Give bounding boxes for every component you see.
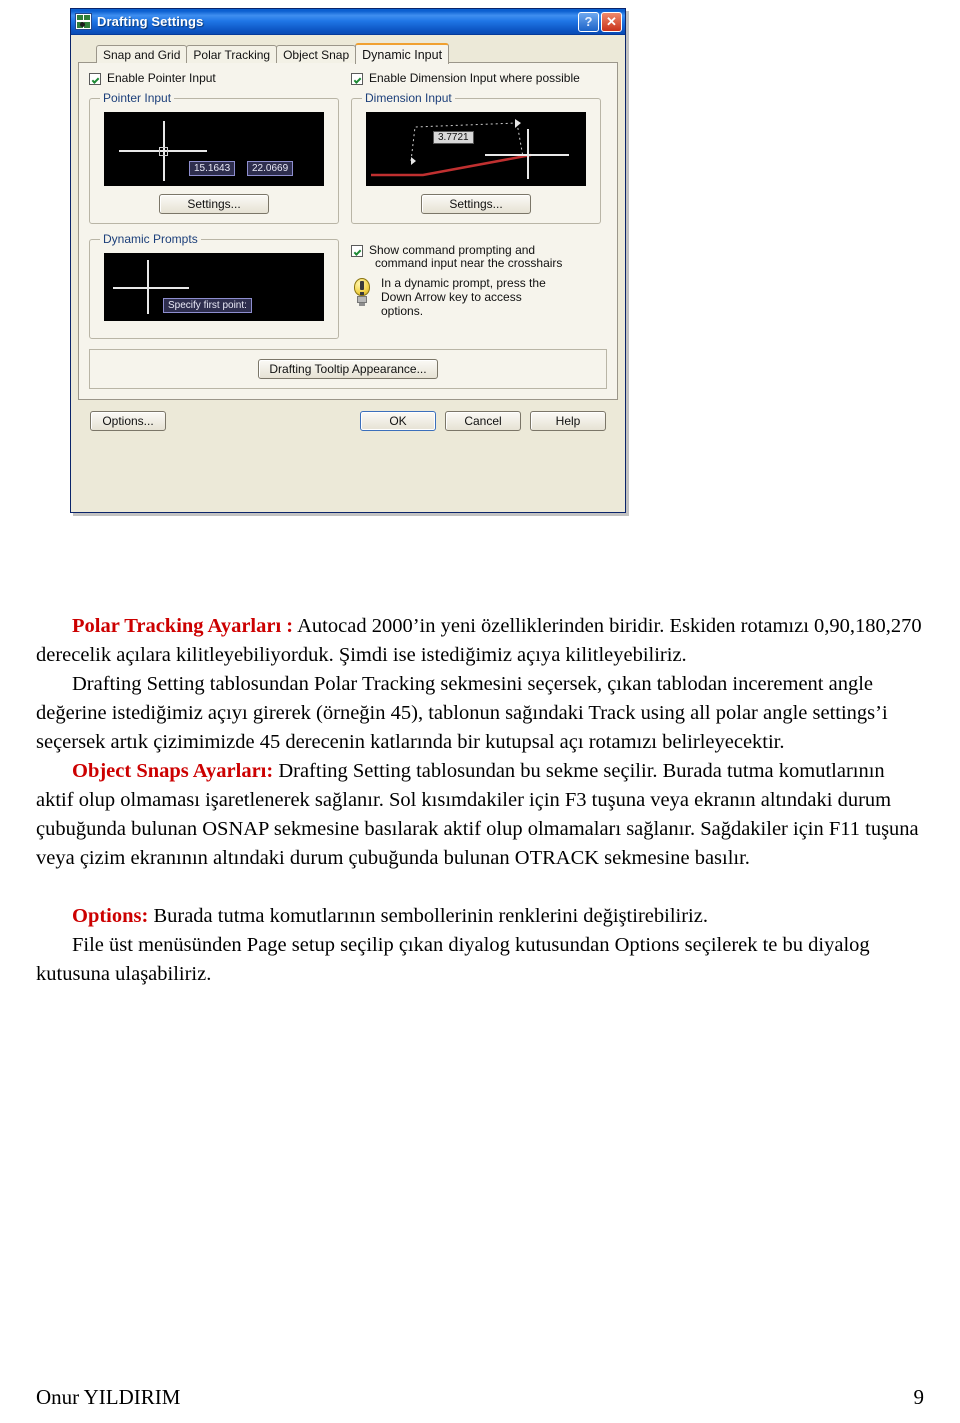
heading-object-snaps: Object Snaps Ayarları: xyxy=(72,760,274,782)
pointer-y-value: 22.0669 xyxy=(247,161,294,176)
drafting-tooltip-appearance-button[interactable]: Drafting Tooltip Appearance... xyxy=(258,359,438,379)
dynamic-prompt-text: Specify first point: xyxy=(163,298,252,313)
show-command-prompting-line1: Show command prompting and xyxy=(369,243,536,257)
footer-author: Onur YILDIRIM xyxy=(36,1385,181,1409)
drafting-settings-dialog: Drafting Settings ? ✕ Snap and Grid Pola… xyxy=(70,8,626,513)
pointer-settings-button[interactable]: Settings... xyxy=(159,194,269,214)
show-command-prompting-label: Show command prompting and command input… xyxy=(369,244,562,270)
tab-polar-tracking[interactable]: Polar Tracking xyxy=(186,45,278,63)
show-command-prompting-checkbox[interactable] xyxy=(351,245,363,257)
dimension-settings-button[interactable]: Settings... xyxy=(421,194,531,214)
paragraph-drafting-setting: Drafting Setting tablosundan Polar Track… xyxy=(36,670,924,757)
tab-dynamic-input[interactable]: Dynamic Input xyxy=(355,43,450,64)
paragraph-file-page-setup: File üst menüsünden Page setup seçilip ç… xyxy=(36,931,924,989)
dialog-title: Drafting Settings xyxy=(97,14,204,29)
dialog-titlebar: Drafting Settings ? ✕ xyxy=(71,9,625,35)
document-text: Polar Tracking Ayarları : Autocad 2000’i… xyxy=(36,612,924,989)
help-icon[interactable]: ? xyxy=(578,11,599,32)
heading-polar-tracking: Polar Tracking Ayarları : xyxy=(72,615,294,637)
page-footer: Onur YILDIRIM 9 xyxy=(36,1385,924,1410)
options-button[interactable]: Options... xyxy=(90,411,166,431)
dialog-footer: Options... OK Cancel Help xyxy=(78,400,618,441)
body-options: Burada tutma komutlarının sembollerinin … xyxy=(148,905,708,927)
lightbulb-icon xyxy=(351,278,373,308)
paragraph-options: Options: Burada tutma komutlarının sembo… xyxy=(36,902,924,931)
enable-dimension-input-label: Enable Dimension Input where possible xyxy=(369,71,580,85)
dynamic-prompts-preview: Specify first point: xyxy=(104,253,324,321)
tab-snap-and-grid[interactable]: Snap and Grid xyxy=(96,45,188,63)
autocad-app-icon xyxy=(75,13,92,30)
heading-options: Options: xyxy=(72,905,149,927)
enable-dimension-input-row[interactable]: Enable Dimension Input where possible xyxy=(351,72,601,85)
tip-line-1: In a dynamic prompt, press the xyxy=(381,276,546,290)
show-command-prompting-line2: command input near the crosshairs xyxy=(375,256,563,270)
dynamic-prompt-tip: In a dynamic prompt, press the Down Arro… xyxy=(351,276,601,318)
dialog-action-buttons: OK Cancel Help xyxy=(360,411,606,431)
pointer-input-group: Pointer Input 15.1643 22.0669 Settings..… xyxy=(89,91,339,224)
pointer-x-value: 15.1643 xyxy=(189,161,236,176)
enable-pointer-input-row[interactable]: Enable Pointer Input xyxy=(89,72,339,85)
enable-pointer-input-checkbox[interactable] xyxy=(89,73,101,85)
tooltip-appearance-area: Drafting Tooltip Appearance... xyxy=(89,349,607,389)
dimension-preview-graphic xyxy=(371,119,532,177)
cancel-button[interactable]: Cancel xyxy=(445,411,521,431)
panel-columns: Enable Pointer Input Pointer Input 15.16… xyxy=(89,72,607,347)
body-drafting-setting: Drafting Setting tablosundan Polar Track… xyxy=(36,673,888,753)
help-button[interactable]: Help xyxy=(530,411,606,431)
footer-page-number: 9 xyxy=(913,1385,925,1409)
drafting-settings-screenshot: Drafting Settings ? ✕ Snap and Grid Pola… xyxy=(70,8,626,513)
show-command-prompting-row[interactable]: Show command prompting and command input… xyxy=(351,244,601,270)
paragraph-object-snaps: Object Snaps Ayarları: Drafting Setting … xyxy=(36,757,924,873)
tip-line-3: options. xyxy=(381,304,424,318)
pointer-settings-row: Settings... xyxy=(98,194,330,214)
dynamic-prompts-group: Dynamic Prompts Specify first point: xyxy=(89,232,339,339)
pointer-input-group-label: Pointer Input xyxy=(103,91,172,105)
titlebar-buttons: ? ✕ xyxy=(578,11,622,32)
dynamic-prompt-tip-text: In a dynamic prompt, press the Down Arro… xyxy=(381,276,546,318)
dialog-body: Snap and Grid Polar Tracking Object Snap… xyxy=(71,35,625,441)
dimension-input-group-label: Dimension Input xyxy=(365,91,452,105)
dynamic-prompts-group-label: Dynamic Prompts xyxy=(103,232,198,246)
enable-dimension-input-checkbox[interactable] xyxy=(351,73,363,85)
ok-button[interactable]: OK xyxy=(360,411,436,431)
enable-pointer-input-label: Enable Pointer Input xyxy=(107,71,216,85)
dimension-input-group: Dimension Input 3.7721 Settings... xyxy=(351,91,601,224)
tip-line-2: Down Arrow key to access xyxy=(381,290,522,304)
dynamic-input-panel: Enable Pointer Input Pointer Input 15.16… xyxy=(78,62,618,400)
pointer-input-column: Enable Pointer Input Pointer Input 15.16… xyxy=(89,72,339,347)
pointer-input-preview: 15.1643 22.0669 xyxy=(104,112,324,186)
paragraph-polar-tracking: Polar Tracking Ayarları : Autocad 2000’i… xyxy=(36,612,924,670)
body-file-page-setup: File üst menüsünden Page setup seçilip ç… xyxy=(36,934,870,985)
dimension-input-column: Enable Dimension Input where possible Di… xyxy=(351,72,601,347)
dimension-input-preview: 3.7721 xyxy=(366,112,586,186)
close-icon[interactable]: ✕ xyxy=(601,11,622,32)
dimension-settings-row: Settings... xyxy=(360,194,592,214)
tab-object-snap[interactable]: Object Snap xyxy=(276,45,357,63)
dimension-value: 3.7721 xyxy=(433,131,474,144)
tab-strip: Snap and Grid Polar Tracking Object Snap… xyxy=(78,42,618,64)
